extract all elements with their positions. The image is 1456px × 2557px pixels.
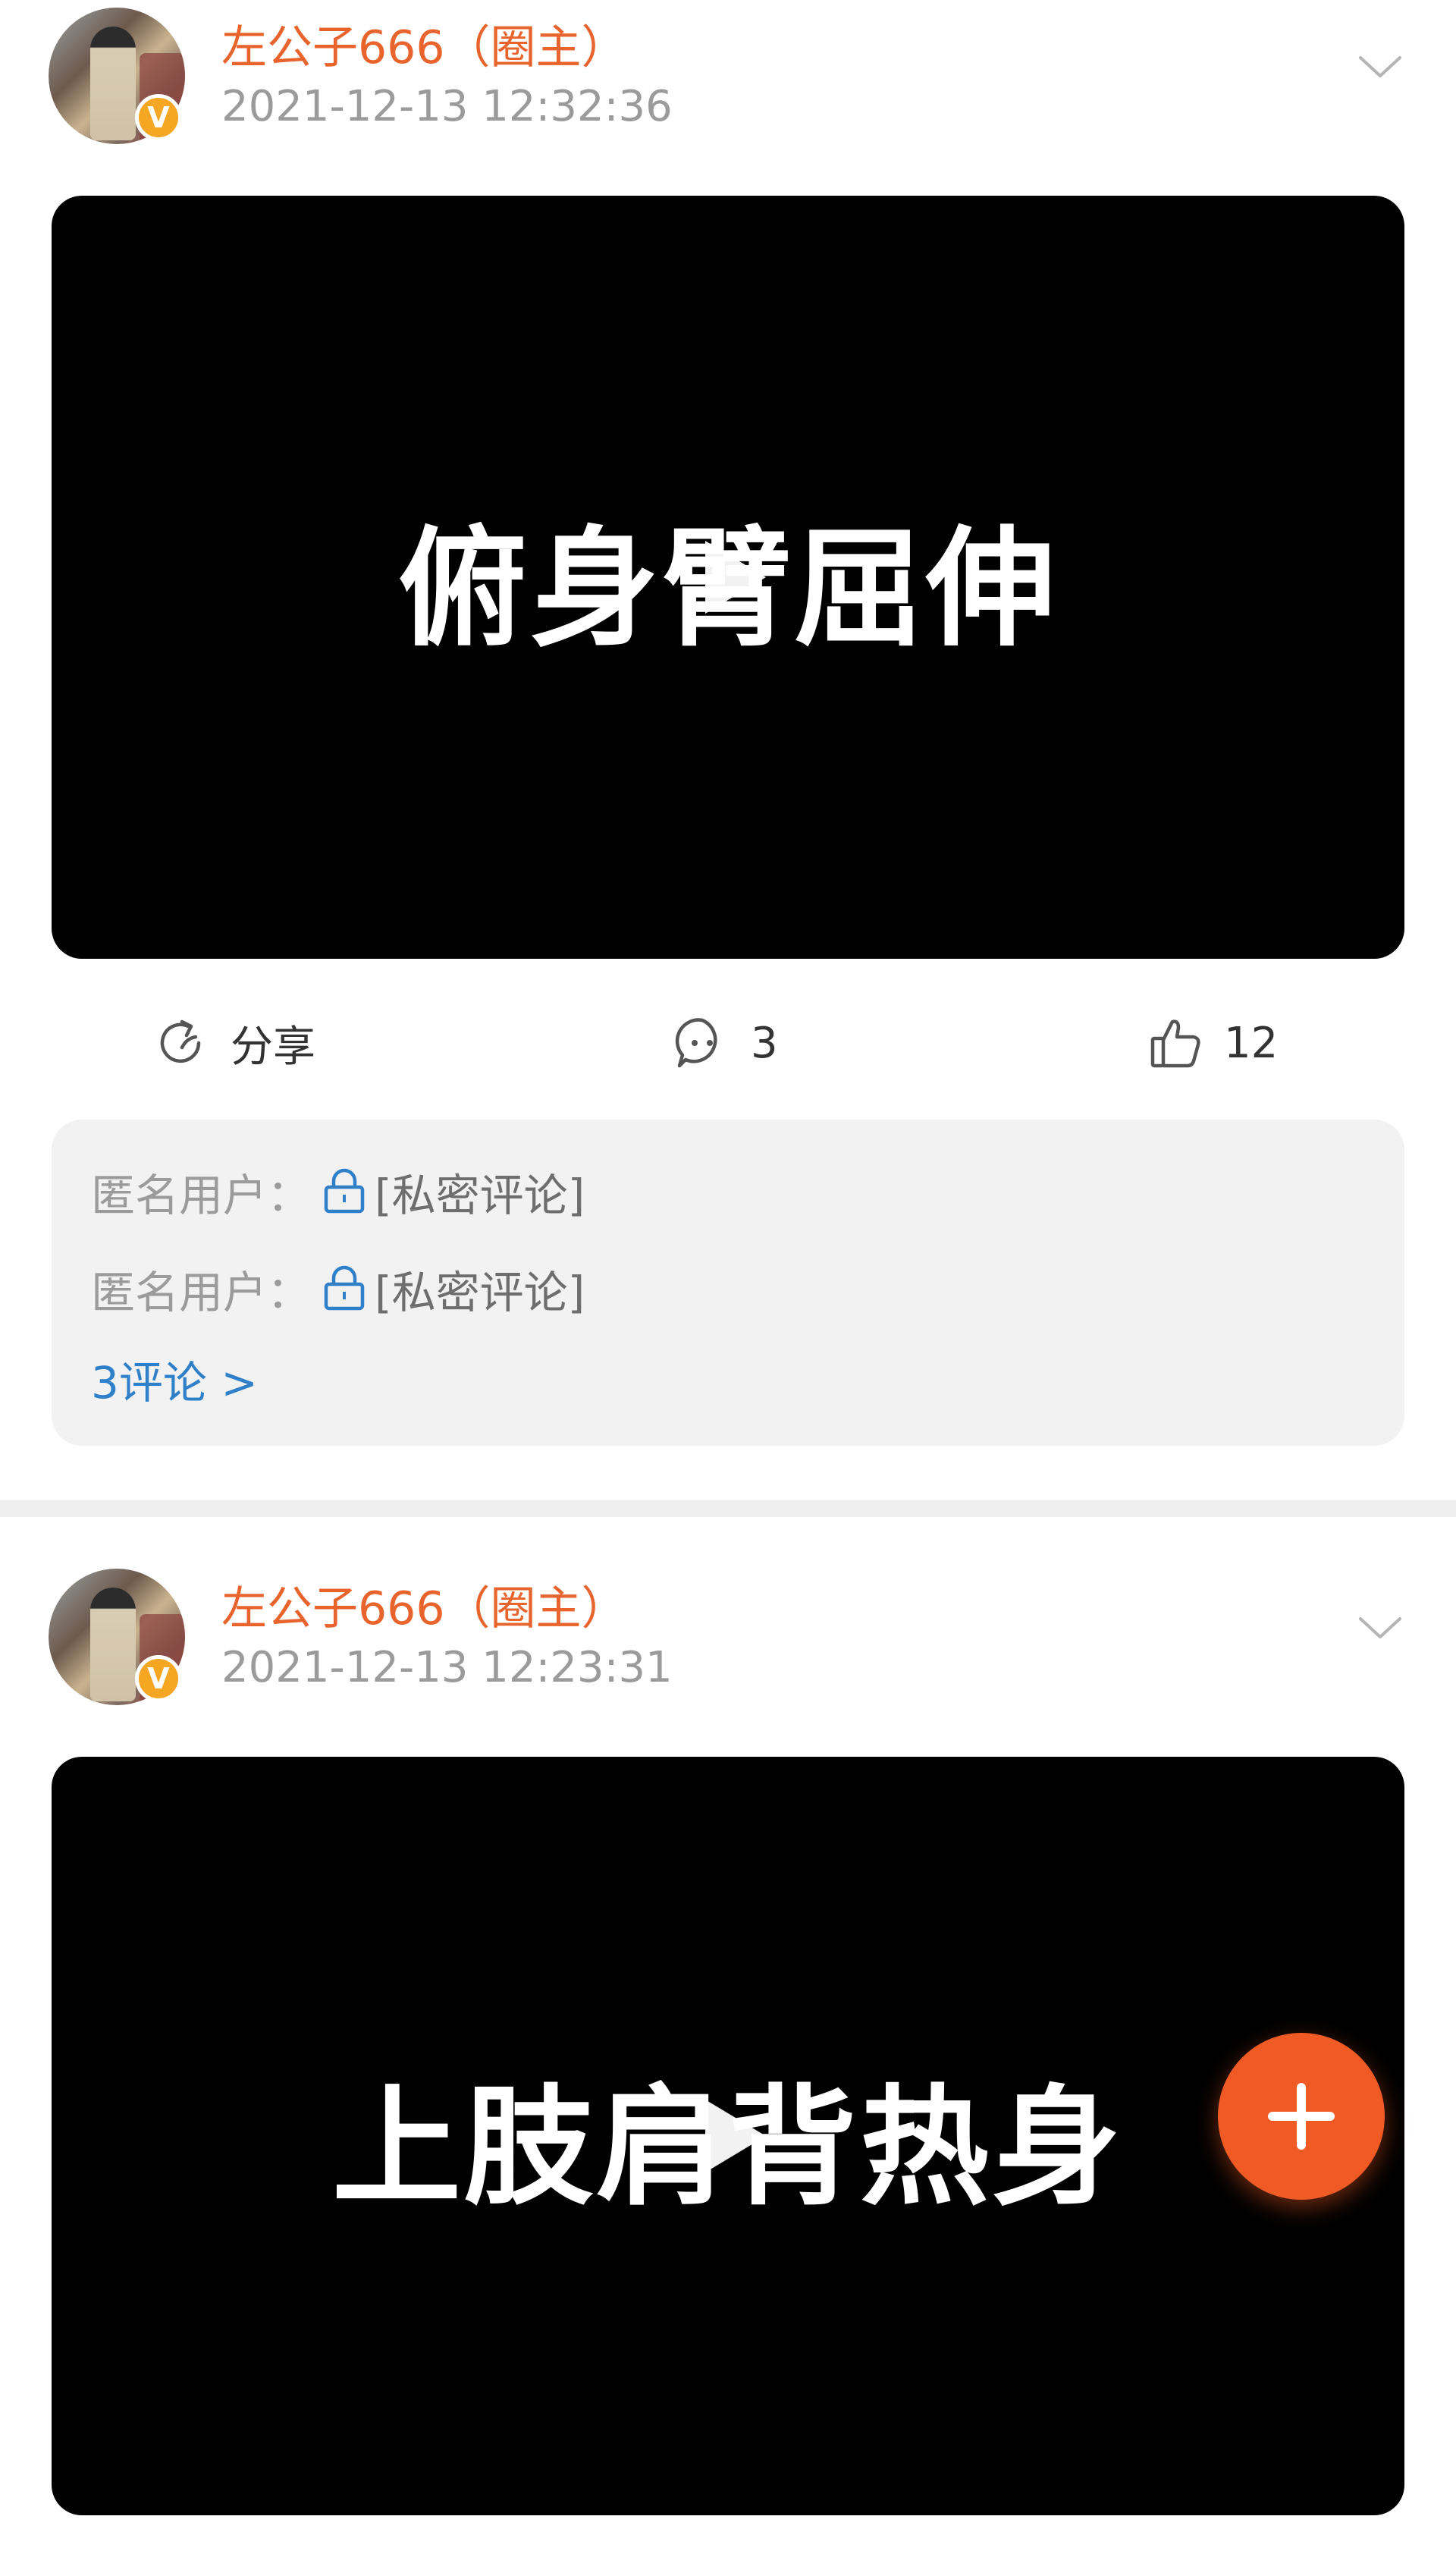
post-header: V 左公子666（圈主） 2021-12-13 12:23:31 [0, 1561, 1456, 1736]
chevron-down-icon[interactable] [1357, 1614, 1403, 1641]
verified-badge-icon: V [135, 94, 182, 141]
video-player[interactable]: 上肢肩背热身 [52, 1757, 1404, 2515]
plus-icon [1268, 2083, 1335, 2150]
author-name[interactable]: 左公子666（圈主） [221, 11, 627, 77]
like-button[interactable]: 12 [1145, 1009, 1278, 1077]
comment-user: 匿名用户： [91, 1170, 312, 1221]
author-name[interactable]: 左公子666（圈主） [221, 1572, 627, 1638]
play-icon[interactable] [675, 524, 781, 630]
feed-post: V 左公子666（圈主） 2021-12-13 12:32:36 俯身臂屈伸 分… [0, 0, 1456, 1500]
lock-icon [324, 1265, 365, 1311]
video-player[interactable]: 俯身臂屈伸 [52, 196, 1404, 959]
avatar-figure [90, 1588, 136, 1701]
comment-row[interactable]: 匿名用户： [私密评论] [91, 1255, 585, 1323]
comment-user: 匿名用户： [91, 1267, 312, 1318]
post-timestamp: 2021-12-13 12:32:36 [221, 82, 673, 131]
post-header: V 左公子666（圈主） 2021-12-13 12:32:36 [0, 0, 1456, 174]
post-actions: 分享 3 12 [0, 986, 1456, 1092]
feed-post: V 左公子666（圈主） 2021-12-13 12:23:31 上肢肩背热身 [0, 1517, 1456, 2557]
share-label: 分享 [231, 1022, 315, 1072]
comments-preview: 匿名用户： [私密评论] 匿名用户： [私密评论] 3评论 > [52, 1120, 1404, 1446]
private-comment-text: [私密评论] [375, 1267, 585, 1318]
comment-count: 3 [751, 1018, 778, 1068]
create-post-button[interactable] [1218, 2033, 1385, 2200]
play-icon[interactable] [675, 2083, 781, 2189]
post-timestamp: 2021-12-13 12:23:31 [221, 1643, 673, 1692]
verified-badge-icon: V [135, 1655, 182, 1702]
view-all-comments-link[interactable]: 3评论 > [91, 1347, 258, 1411]
like-count: 12 [1224, 1018, 1279, 1068]
comment-row[interactable]: 匿名用户： [私密评论] [91, 1158, 585, 1226]
private-comment-text: [私密评论] [375, 1170, 585, 1221]
comment-button[interactable]: 3 [672, 1009, 778, 1077]
share-icon [160, 1019, 201, 1063]
lock-icon [324, 1168, 365, 1214]
comment-icon [675, 1018, 717, 1068]
avatar-figure [90, 27, 136, 140]
share-button[interactable]: 分享 [152, 1009, 315, 1077]
chevron-down-icon[interactable] [1357, 53, 1403, 80]
thumbs-up-icon [1150, 1019, 1200, 1068]
post-divider [0, 1500, 1456, 1517]
